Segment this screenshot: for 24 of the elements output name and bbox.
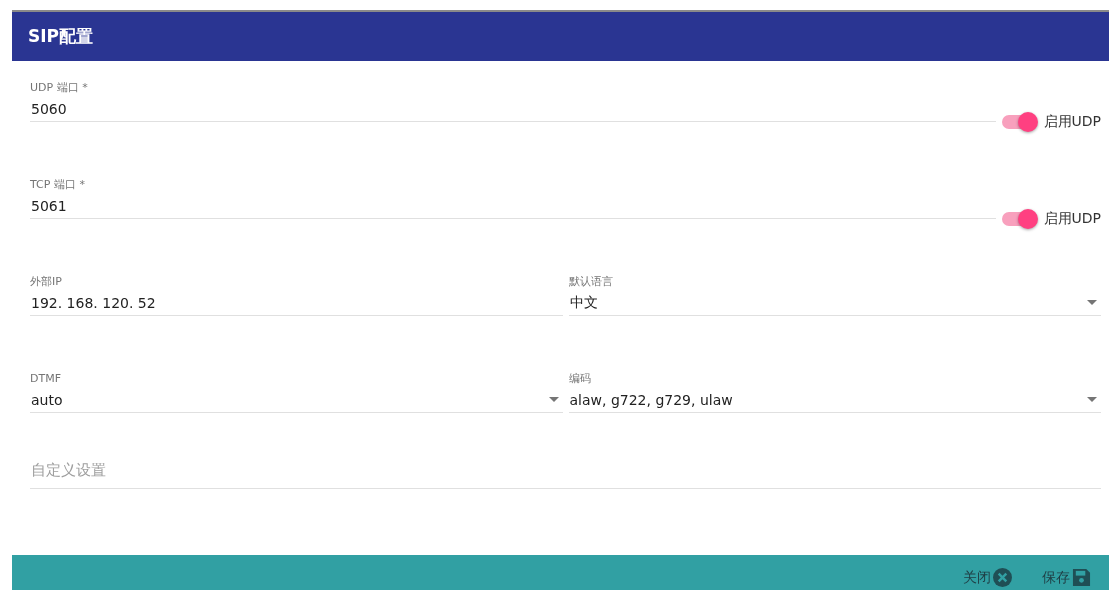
field-label: DTMF	[30, 370, 62, 387]
select-field[interactable]: alaw, g722, g729, ulaw	[568, 387, 1101, 413]
select-field[interactable]: auto	[30, 387, 563, 413]
close-button[interactable]: 关闭	[963, 568, 1012, 587]
save-button[interactable]: 保存	[1042, 568, 1091, 587]
select-field[interactable]: 中文	[568, 290, 1101, 316]
input-field[interactable]: 192. 168. 120. 52	[30, 290, 563, 316]
field-label: 默认语言	[568, 273, 614, 290]
field-label: UDP 端口 *	[30, 79, 89, 96]
close-icon	[993, 568, 1012, 587]
toggle-switch[interactable]	[1001, 211, 1036, 226]
toggle-label: 启用UDP	[1043, 112, 1101, 131]
dropdown-caret-icon	[1087, 397, 1097, 403]
save-icon	[1072, 568, 1091, 587]
dropdown-caret-icon	[1087, 300, 1097, 306]
field-label: 外部IP	[30, 273, 63, 290]
input-field[interactable]: 5061	[30, 193, 996, 219]
field-label: 编码	[568, 370, 592, 387]
field-label: TCP 端口 *	[30, 176, 86, 193]
dropdown-caret-icon	[548, 397, 559, 403]
toggle-switch[interactable]	[1001, 114, 1036, 129]
toggle-label: 启用UDP	[1043, 209, 1101, 228]
input-field[interactable]: 5060	[30, 96, 996, 122]
dialog-title: SIP配置	[28, 24, 94, 48]
